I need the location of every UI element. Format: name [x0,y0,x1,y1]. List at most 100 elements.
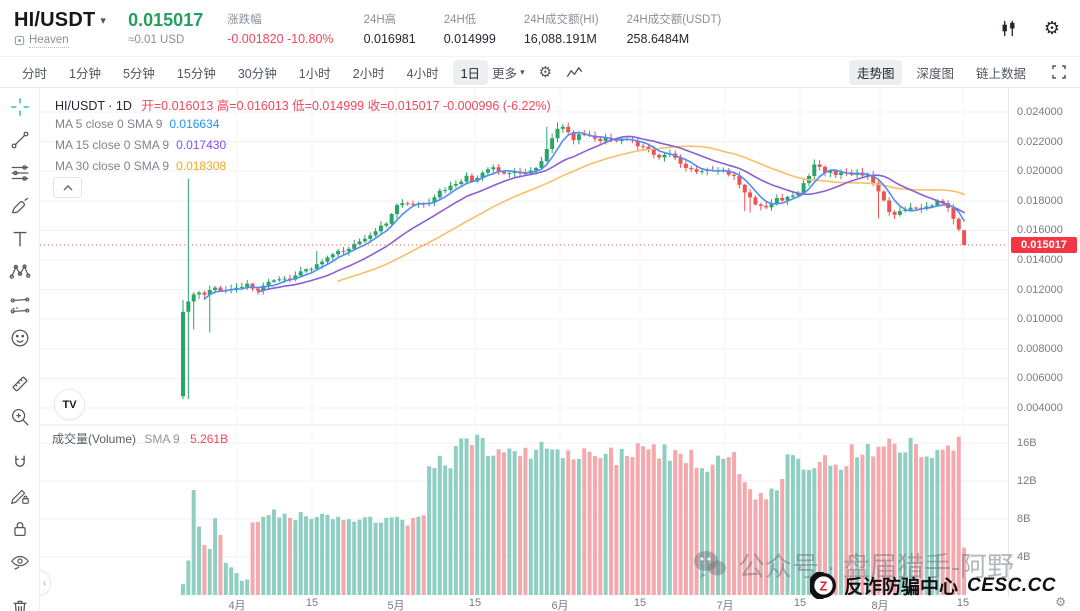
volume-legend: 成交量(Volume) SMA 9 5.261B [52,430,228,447]
interval-tab-15分钟[interactable]: 15分钟 [169,60,224,85]
crosshair-icon [9,96,31,118]
volume-tick: 16B [1017,437,1037,449]
tool-text[interactable] [8,228,32,250]
stat-24h-volume-hi: 24H成交额(HI) 16,088.191M [524,11,599,46]
price-tick: 0.016000 [1017,224,1063,236]
tool-magnet[interactable] [8,452,32,474]
indicators-icon[interactable] [566,65,583,80]
last-price-block: 0.015017 ≈0.01 USD [128,10,203,46]
forecast-icon [9,294,31,316]
tool-remove-drawings[interactable] [8,597,32,611]
last-price: 0.015017 [128,10,203,31]
settings-gear-icon[interactable]: ⚙ [1044,19,1060,37]
ma-legend: MA 5 close 0 SMA 90.016634MA 15 close 0 … [55,113,226,176]
tool-zoom-in[interactable] [8,406,32,428]
stat-24h-volume-usdt: 24H成交额(USDT) 258.6484M [627,11,722,46]
emoji-icon [9,327,31,349]
change-value: -0.001820 -10.80% [227,32,333,46]
stat-label: 24H高 [364,11,416,27]
price-axis[interactable]: 0.0240000.0220000.0200000.0180000.016000… [1008,88,1080,597]
pair-block[interactable]: HI/USDT ▾ Heaven [14,9,106,48]
text-icon [9,228,31,250]
price-tick: 0.010000 [1017,313,1063,325]
tool-ruler[interactable] [8,373,32,395]
trading-app: HI/USDT ▾ Heaven 0.015017 ≈0.01 USD 涨跌幅 … [0,0,1080,611]
collapse-legend-button[interactable] [53,177,82,198]
ma-value: 0.016634 [169,117,219,131]
ma-legend-row-2: MA 15 close 0 SMA 9 0.017430 [55,134,226,155]
stat-24h-low: 24H低0.014999 [444,11,496,46]
interval-tab-1日[interactable]: 1日 [453,60,488,85]
volume-sma-value: 5.261B [190,432,228,446]
interval-tab-1小时[interactable]: 1小时 [291,60,339,85]
time-tick: 15 [634,597,646,609]
price-tick: 0.006000 [1017,372,1063,384]
timezone-gear-icon[interactable]: ⚙ [1055,595,1066,609]
stat-label: 24H低 [444,11,496,27]
view-tab-链上数据[interactable]: 链上数据 [968,60,1034,85]
view-tab-深度图[interactable]: 深度图 [908,60,962,85]
view-tab-走势图[interactable]: 走势图 [849,60,903,85]
tool-hide-drawings[interactable] [8,551,32,573]
indicator-settings-icon[interactable]: ⚙ [539,65,552,80]
remove-drawings-icon [9,597,31,611]
time-tick: 15 [469,597,481,609]
time-tick: 15 [306,597,318,609]
tool-lock-all[interactable] [8,518,32,540]
fiat-price: ≈0.01 USD [128,34,203,46]
chart-area[interactable]: HI/USDT · 1D 开=0.016013 高=0.016013 低=0.0… [40,88,1008,597]
ma-value: 0.017430 [176,138,226,152]
price-tick: 0.008000 [1017,343,1063,355]
hide-drawings-icon [9,551,31,573]
legend-symbol: HI/USDT · 1D [55,99,132,113]
ma-legend-row-1: MA 5 close 0 SMA 90.016634 [55,113,226,134]
candlestick-style-icon[interactable] [999,19,1018,38]
tool-trend-line[interactable] [8,129,32,151]
project-icon [14,35,25,46]
price-tick: 0.020000 [1017,165,1063,177]
tool-brush[interactable] [8,195,32,217]
drawing-mode-icon [9,485,31,507]
price-tick: 0.014000 [1017,254,1063,266]
fullscreen-icon[interactable] [1052,65,1066,79]
interval-tab-4小时[interactable]: 4小时 [399,60,447,85]
view-switcher: 走势图深度图链上数据 [849,60,1066,85]
tradingview-logo[interactable]: TV [54,389,85,420]
time-axis[interactable]: ⚙ 4月155月156月157月158月15 [40,597,1080,611]
more-label: 更多 [492,63,517,82]
time-tick: 6月 [551,597,568,611]
stat-value: 16,088.191M [524,32,599,46]
tool-drawing-mode[interactable] [8,485,32,507]
lock-all-icon [9,518,31,540]
stat-label: 24H成交额(USDT) [627,11,722,27]
chevron-down-icon[interactable]: ▾ [100,14,106,27]
stat-label: 24H成交额(HI) [524,11,599,27]
drawing-toolbar [0,88,40,611]
zoom-in-icon [9,406,31,428]
interval-tab-30分钟[interactable]: 30分钟 [230,60,285,85]
stat-value: 258.6484M [627,32,722,46]
price-tick: 0.024000 [1017,106,1063,118]
tool-forecast[interactable] [8,294,32,316]
ma-label: MA 15 close 0 SMA 9 [55,138,169,152]
price-tick: 0.004000 [1017,402,1063,414]
interval-tab-2小时[interactable]: 2小时 [345,60,393,85]
ruler-icon [9,373,31,395]
interval-tab-5分钟[interactable]: 5分钟 [115,60,163,85]
volume-tick: 12B [1017,475,1037,487]
chart-toolbar: 分时1分钟5分钟15分钟30分钟1小时2小时4小时1日 更多 ▾ ⚙ 走势图深度… [0,57,1080,88]
interval-tab-1分钟[interactable]: 1分钟 [61,60,109,85]
ma-legend-row-3: MA 30 close 0 SMA 90.018308 [55,155,226,176]
stat-value: 0.016981 [364,32,416,46]
project-name[interactable]: Heaven [29,34,69,48]
tool-xabcd-pattern[interactable] [8,261,32,283]
more-intervals-button[interactable]: 更多 ▾ [492,63,525,82]
change-block: 涨跌幅 -0.001820 -10.80% [227,11,333,46]
interval-tab-分时[interactable]: 分时 [14,60,55,85]
tool-emoji[interactable] [8,327,32,349]
volume-tick: 4B [1017,551,1030,563]
change-label: 涨跌幅 [227,11,333,27]
chevron-down-icon: ▾ [520,67,525,78]
tool-gann-lines[interactable] [8,162,32,184]
tool-crosshair[interactable] [8,96,32,118]
